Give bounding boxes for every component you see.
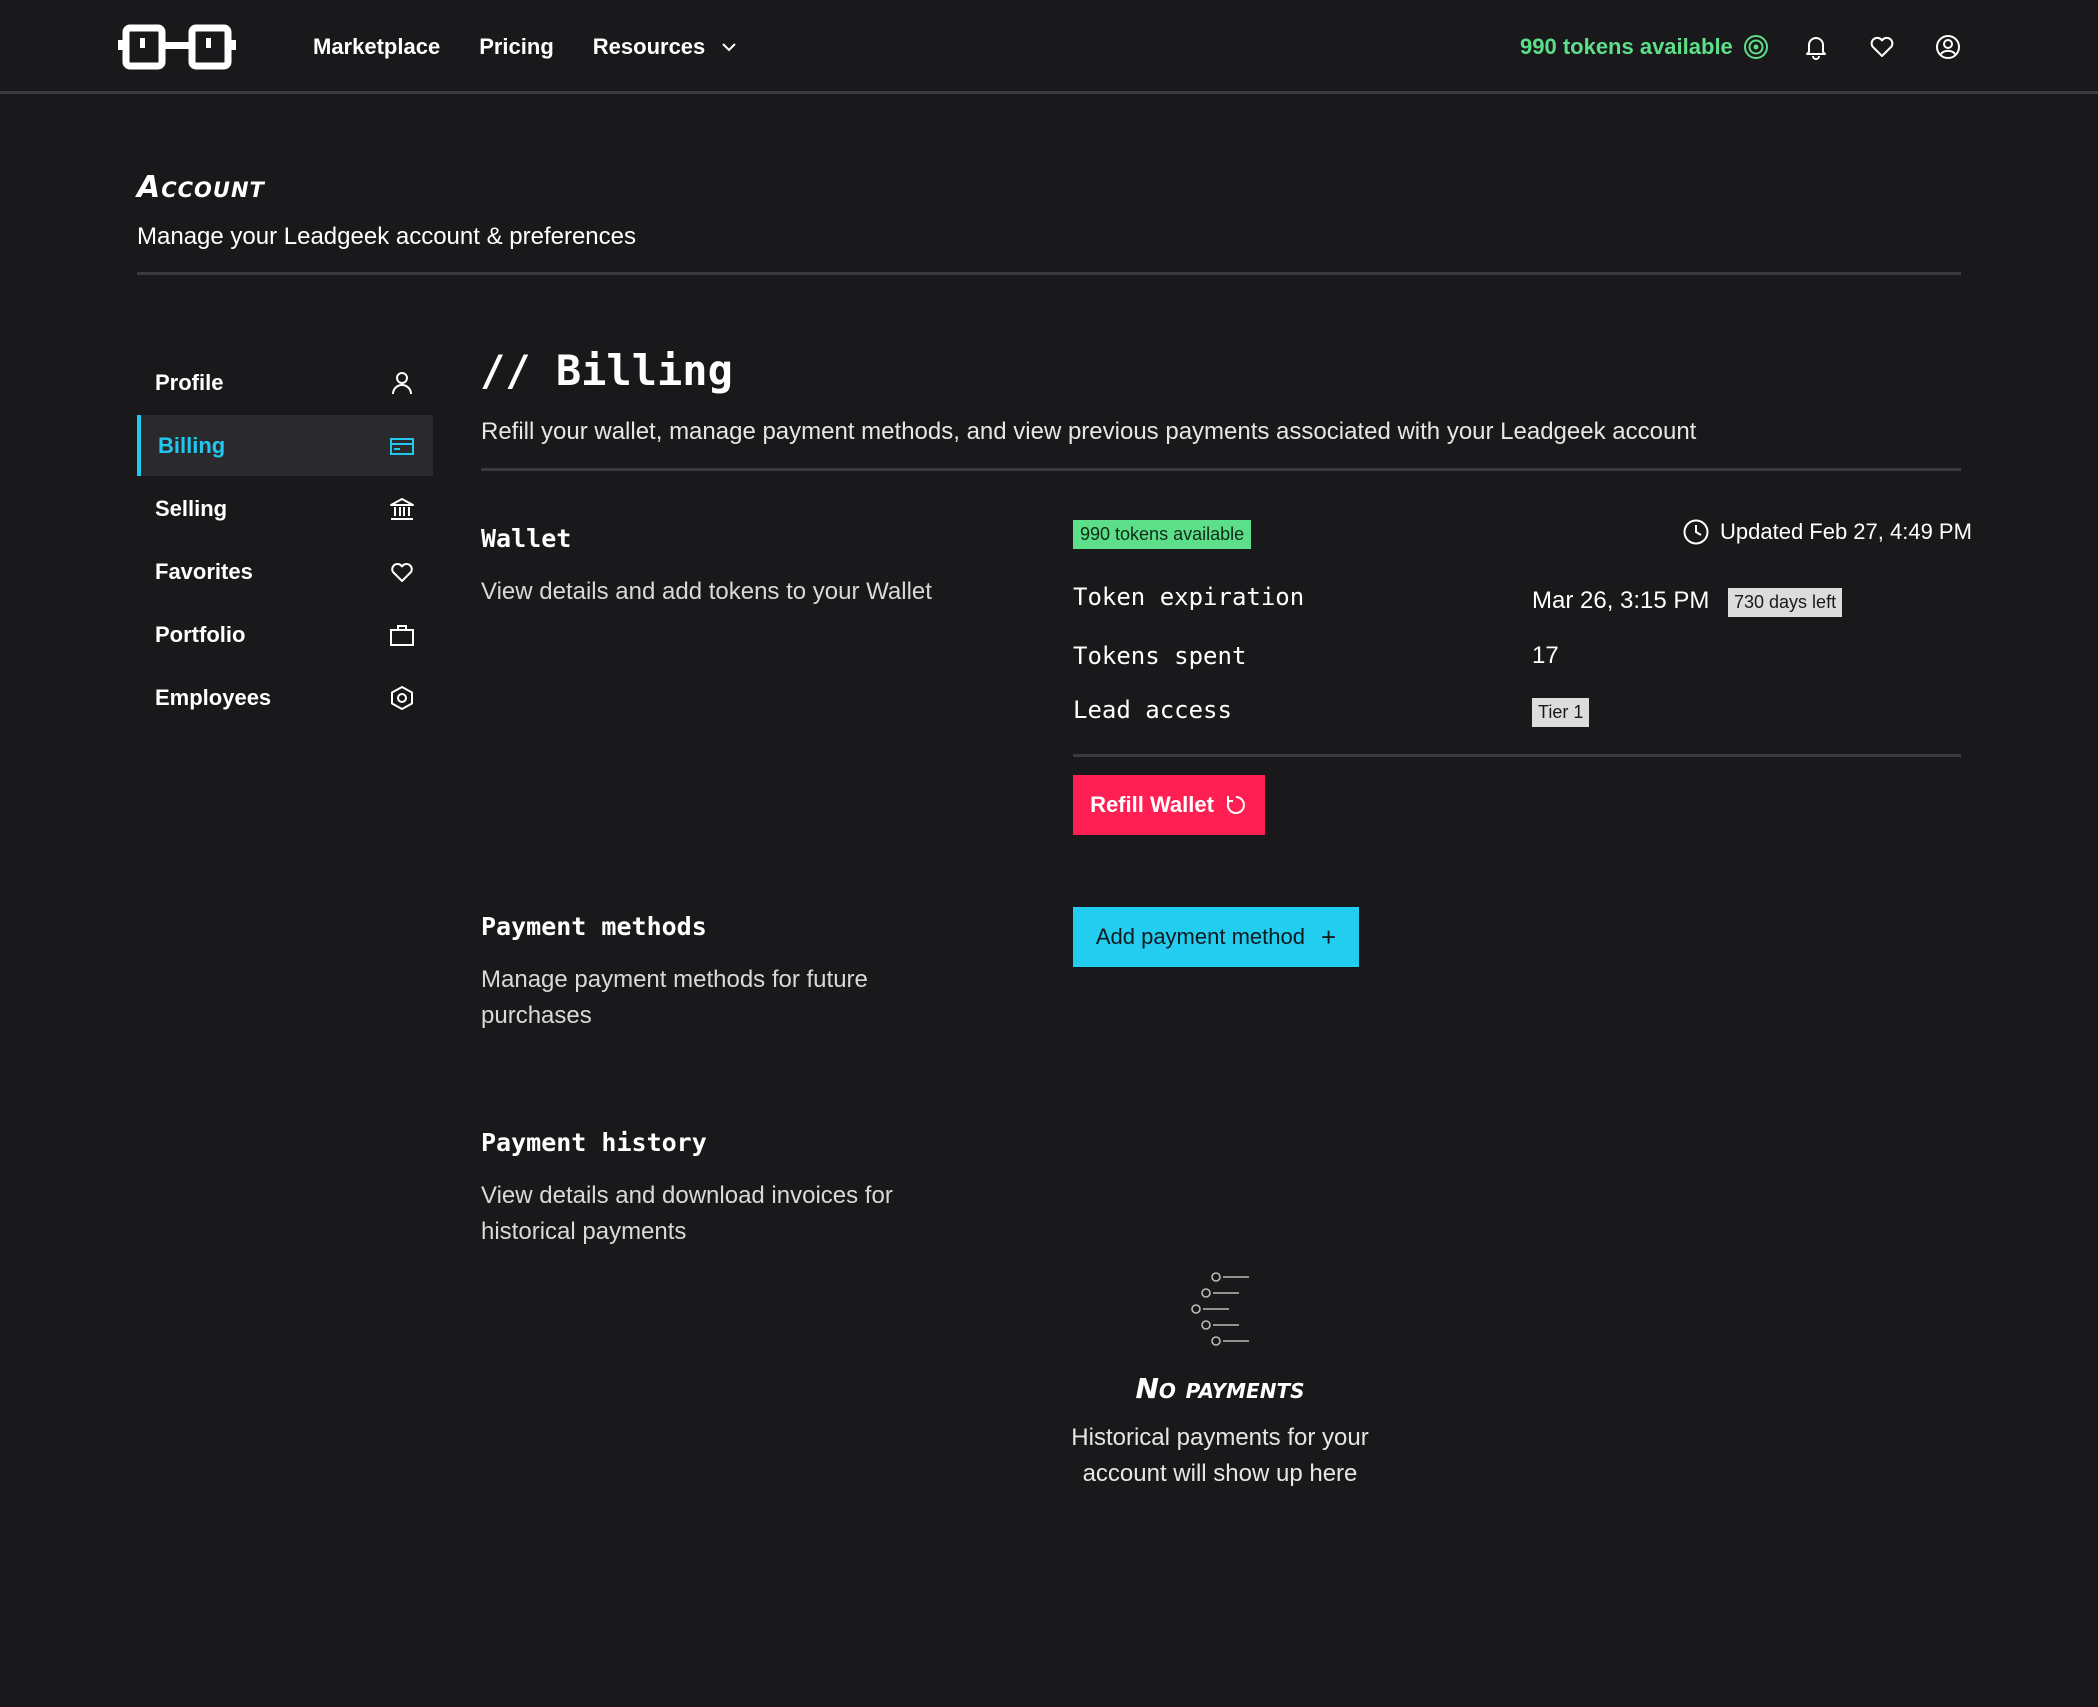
heart-icon[interactable] xyxy=(1868,33,1896,61)
add-payment-method-label: Add payment method xyxy=(1095,924,1305,949)
payment-methods-title: Payment methods xyxy=(481,912,707,941)
refresh-icon xyxy=(1226,796,1245,814)
nav-pricing[interactable]: Pricing xyxy=(479,34,554,60)
payment-history-description: View details and download invoices for h… xyxy=(481,1182,893,1245)
sidebar-item-label: Profile xyxy=(155,369,224,395)
sidebar-item-label: Billing xyxy=(158,432,226,458)
clock-icon xyxy=(1683,519,1709,545)
bank-icon xyxy=(390,498,414,520)
tokens-available-link[interactable]: 990 tokens available xyxy=(1520,0,1769,94)
nav-marketplace[interactable]: Marketplace xyxy=(313,34,440,60)
tokens-available-label: 990 tokens available xyxy=(1520,34,1733,59)
sidebar-item-billing[interactable]: Billing xyxy=(137,415,433,476)
account-circle-icon[interactable] xyxy=(1934,33,1962,61)
target-icon xyxy=(1743,35,1768,59)
sidebar-item-label: Employees xyxy=(155,684,272,710)
top-navbar: Marketplace Pricing Resources 990 tokens… xyxy=(0,0,2098,94)
billing-divider xyxy=(481,468,1961,471)
list-tree-icon xyxy=(1191,1272,1249,1346)
leadgeek-logo[interactable] xyxy=(118,22,238,72)
user-icon xyxy=(392,372,412,395)
briefcase-icon xyxy=(390,625,414,646)
sidebar-item-label: Portfolio xyxy=(155,621,246,647)
updated-timestamp: Updated Feb 27, 4:49 PM xyxy=(1682,518,1972,546)
token-expiration-value: Mar 26, 3:15 PM xyxy=(1532,587,1710,614)
add-payment-method-button[interactable]: Add payment method + xyxy=(1073,907,1359,967)
chevron-down-icon xyxy=(722,43,736,52)
tier-badge: Tier 1 xyxy=(1532,698,1590,727)
refill-wallet-label: Refill Wallet xyxy=(1090,792,1214,817)
account-subtitle: Manage your Leadgeek account & preferenc… xyxy=(137,223,636,250)
days-left-badge: 730 days left xyxy=(1728,588,1843,617)
no-payments-title: No payments xyxy=(1135,1372,1305,1405)
account-title: Account xyxy=(137,170,265,205)
header-divider xyxy=(137,272,1961,275)
sidebar-item-selling[interactable]: Selling xyxy=(137,478,433,539)
sidebar-item-label: Favorites xyxy=(155,558,253,584)
account-sidebar: Profile Billing Selling Favorites Portfo… xyxy=(137,352,433,730)
credit-card-icon xyxy=(390,438,414,455)
token-expiration-label: Token expiration xyxy=(1073,583,1305,611)
lead-access-label: Lead access xyxy=(1073,696,1232,724)
bell-icon[interactable] xyxy=(1802,33,1830,61)
tokens-spent-value: 17 xyxy=(1532,642,1559,669)
plus-icon: + xyxy=(1320,921,1337,952)
sidebar-item-label: Selling xyxy=(155,495,228,521)
tokens-badge: 990 tokens available xyxy=(1073,520,1252,549)
wallet-divider xyxy=(1073,754,1961,757)
billing-description: Refill your wallet, manage payment metho… xyxy=(481,418,1697,445)
billing-heading: // Billing xyxy=(480,346,733,395)
sidebar-item-portfolio[interactable]: Portfolio xyxy=(137,604,433,665)
hexagon-icon xyxy=(391,686,413,710)
no-payments-description: Historical payments for your account wil… xyxy=(1071,1424,1369,1487)
payment-methods-description: Manage payment methods for future purcha… xyxy=(481,966,868,1029)
sidebar-item-profile[interactable]: Profile xyxy=(137,352,433,413)
wallet-description: View details and add tokens to your Wall… xyxy=(481,578,932,605)
nav-resources[interactable]: Resources xyxy=(593,34,740,60)
tokens-spent-label: Tokens spent xyxy=(1073,642,1247,670)
updated-label: Updated Feb 27, 4:49 PM xyxy=(1720,519,1972,544)
heart-icon xyxy=(391,562,413,582)
sidebar-item-favorites[interactable]: Favorites xyxy=(137,541,433,602)
payment-history-title: Payment history xyxy=(481,1128,707,1157)
nav-resources-label: Resources xyxy=(592,34,706,59)
wallet-title: Wallet xyxy=(481,524,572,553)
refill-wallet-button[interactable]: Refill Wallet xyxy=(1073,775,1265,835)
sidebar-item-employees[interactable]: Employees xyxy=(137,667,433,728)
